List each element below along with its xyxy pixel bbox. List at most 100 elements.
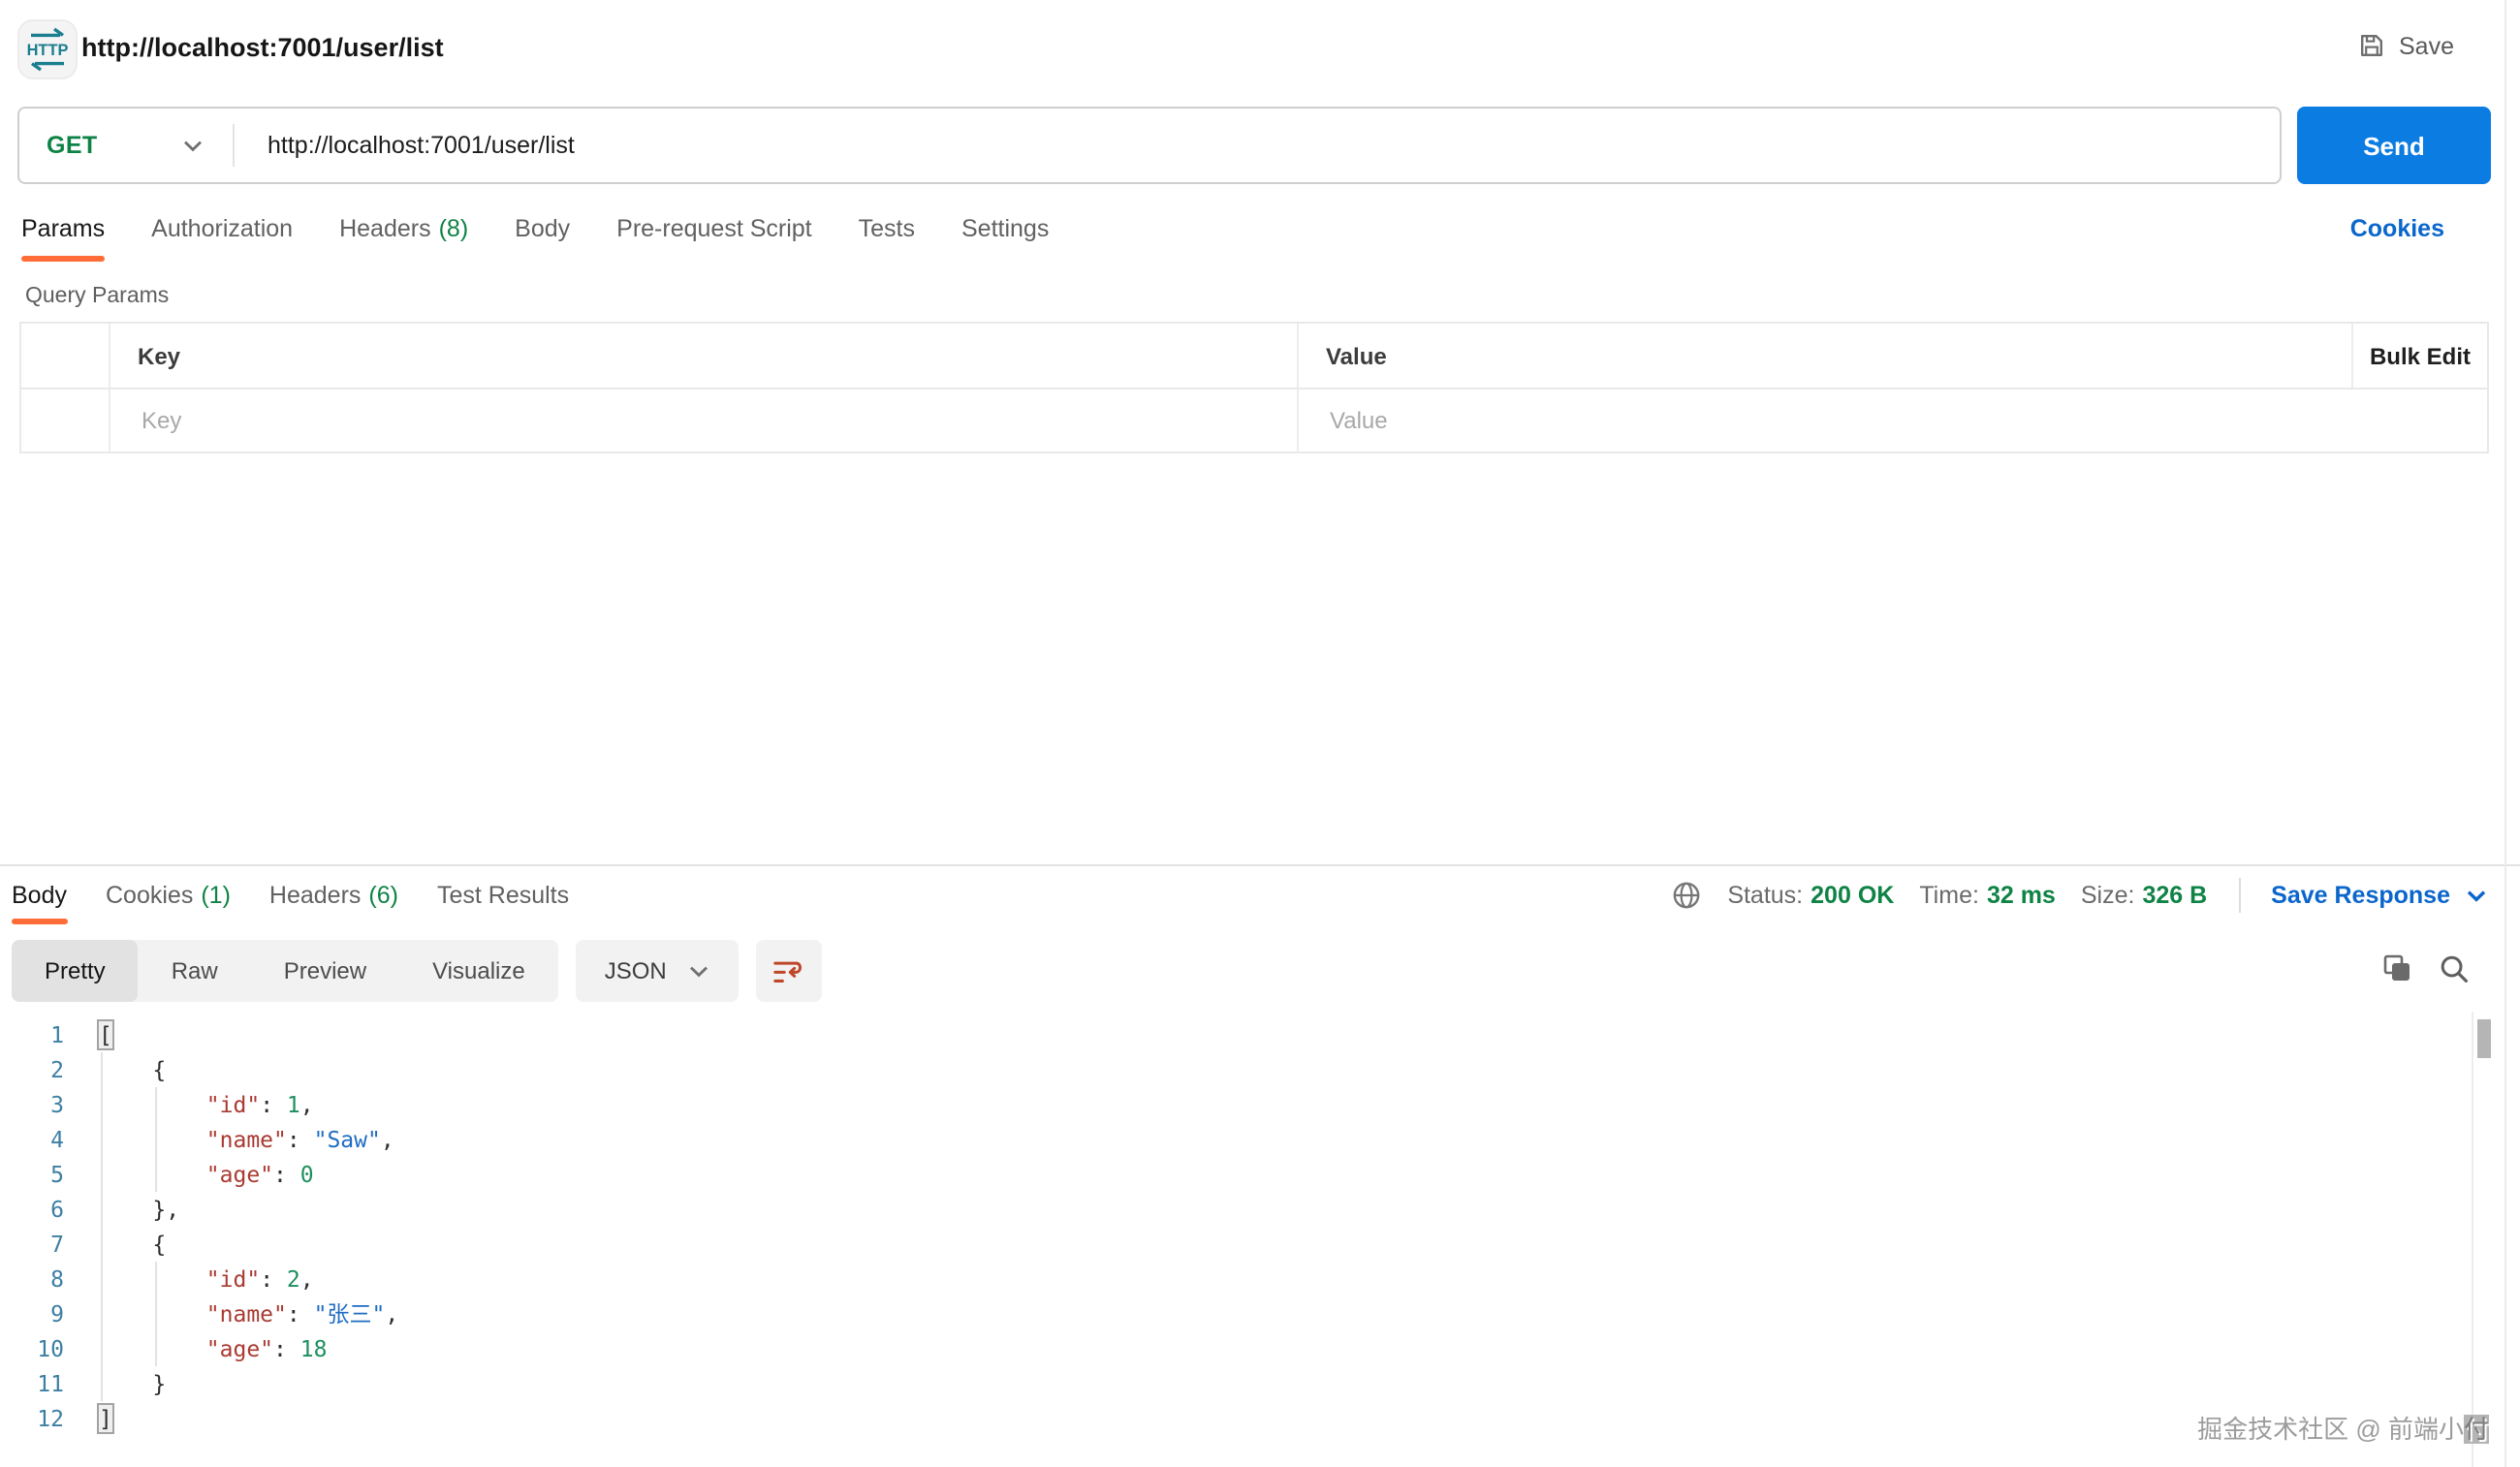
url-input[interactable]: http://localhost:7001/user/list [235,132,2280,159]
row-handle-column-header [21,324,110,388]
line-number: 3 [50,1091,64,1118]
response-panel: Body Cookies (1) Headers (6) Test Results Sta… [0,864,2520,1467]
tab-label: Tests [858,215,915,242]
status-label: Status: [1727,882,1804,909]
code-line: 7 { [0,1227,2472,1262]
view-mode-pretty[interactable]: Pretty [12,940,139,1002]
response-tabs-row: Body Cookies (1) Headers (6) Test Results Sta… [12,866,2487,924]
chevron-down-icon [689,965,708,977]
code-token: "age" [205,1161,274,1188]
bulk-edit-button[interactable]: Bulk Edit [2351,324,2487,388]
view-mode-preview[interactable]: Preview [251,940,399,1002]
method-label: GET [47,132,98,159]
cookies-link[interactable]: Cookies [2350,215,2520,242]
tab-label: Test Results [436,882,570,909]
param-key-input[interactable] [138,405,1297,436]
code-scrollbar-thumb[interactable] [2477,1019,2491,1058]
code-line: 10 "age": 18 [0,1331,2472,1366]
code-token: : [260,1265,287,1293]
request-url-bar: GET http://localhost:7001/user/list [17,107,2282,184]
send-button[interactable]: Send [2297,107,2491,184]
code-text: "age": 18 [99,1331,328,1366]
view-mode-visualize[interactable]: Visualize [399,940,558,1002]
format-dropdown[interactable]: JSON [575,940,739,1002]
resp-tab-headers[interactable]: Headers (6) [269,866,398,924]
code-text: }, [99,1192,179,1227]
floppy-save-icon [2360,35,2381,56]
http-request-logo-icon: HTTP [17,19,78,79]
tab-label: Cookies [106,882,194,909]
wrap-line-icon [774,960,803,982]
code-scrollbar-track[interactable] [2472,1012,2506,1467]
line-number: 7 [50,1231,64,1258]
line-number: 1 [50,1021,64,1048]
time-label: Time: [1919,882,1979,909]
watermark-last-char: 付 [2463,1415,2489,1444]
query-params-title: Query Params [25,285,170,308]
save-button-label: Save [2399,32,2454,59]
code-text: [ [97,1017,114,1052]
code-line: 5 "age": 0 [0,1157,2472,1192]
http-logo-graphic: HTTP [27,27,68,72]
resp-tab-body[interactable]: Body [12,866,67,924]
save-response-button[interactable]: Save Response [2271,882,2487,909]
watermark: 掘金技术社区 @ 前端小付 [2197,1409,2489,1446]
response-view-toolbar: Pretty Raw Preview Visualize JSON [12,940,822,1002]
size-badge: Size: 326 B [2081,882,2207,909]
send-button-label: Send [2363,131,2425,160]
tab-label: Params [21,215,106,242]
line-number: 12 [37,1405,64,1432]
tab-params[interactable]: Params [21,196,106,262]
copy-icon[interactable] [2380,952,2413,984]
code-line: 6 }, [0,1192,2472,1227]
code-token: }, [99,1196,180,1223]
code-token: "id" [205,1265,261,1293]
response-action-icons [2380,952,2470,984]
globe-icon[interactable] [1671,880,1702,911]
tab-count-badge: (1) [201,882,231,909]
resp-tab-test-results[interactable]: Test Results [437,866,569,924]
tab-label: Body [12,882,67,909]
code-line: 2 { [0,1052,2472,1087]
chevron-down-icon [184,140,202,151]
size-value: 326 B [2142,882,2208,909]
code-token: } [99,1370,167,1397]
meta-divider [2238,878,2241,913]
method-dropdown[interactable]: GET [19,132,233,159]
code-text: "age": 0 [99,1157,314,1192]
search-icon[interactable] [2439,952,2470,983]
code-text: } [99,1366,166,1401]
code-token: : [273,1335,300,1362]
tab-label: Authorization [151,215,294,242]
code-token: , [299,1091,314,1118]
key-column-header: Key [110,324,1299,388]
tab-headers[interactable]: Headers (8) [339,196,468,262]
code-token: "Saw" [313,1126,381,1153]
resp-tab-cookies[interactable]: Cookies (1) [106,866,231,924]
tab-pre-request-script[interactable]: Pre-request Script [616,196,811,262]
response-meta: Status: 200 OK Time: 32 ms Size: 326 B S… [1671,878,2487,913]
save-button[interactable]: Save [2356,31,2454,60]
tab-tests[interactable]: Tests [859,196,915,262]
param-value-input[interactable] [1326,405,2351,436]
line-number: 10 [37,1335,64,1362]
code-text: { [99,1052,166,1087]
code-token: , [299,1265,314,1293]
tab-label: Settings [961,215,1050,242]
tab-body[interactable]: Body [515,196,570,262]
response-body-code[interactable]: 1[2 {3 "id": 1, 4 "name": "Saw", 5 "age": … [0,1017,2472,1467]
code-token: "age" [205,1335,274,1362]
request-title: http://localhost:7001/user/list [81,33,444,62]
code-token: "name" [205,1126,287,1153]
code-text: "id": 1, [99,1087,314,1122]
wrap-lines-button[interactable] [755,940,822,1002]
indent-guide [155,1262,157,1366]
view-mode-raw[interactable]: Raw [139,940,251,1002]
tab-authorization[interactable]: Authorization [151,196,293,262]
status-value: 200 OK [1811,882,1895,909]
tab-label: Raw [171,957,218,984]
query-params-input-row [21,390,2487,452]
code-line: 1[ [0,1017,2472,1052]
tab-settings[interactable]: Settings [961,196,1049,262]
